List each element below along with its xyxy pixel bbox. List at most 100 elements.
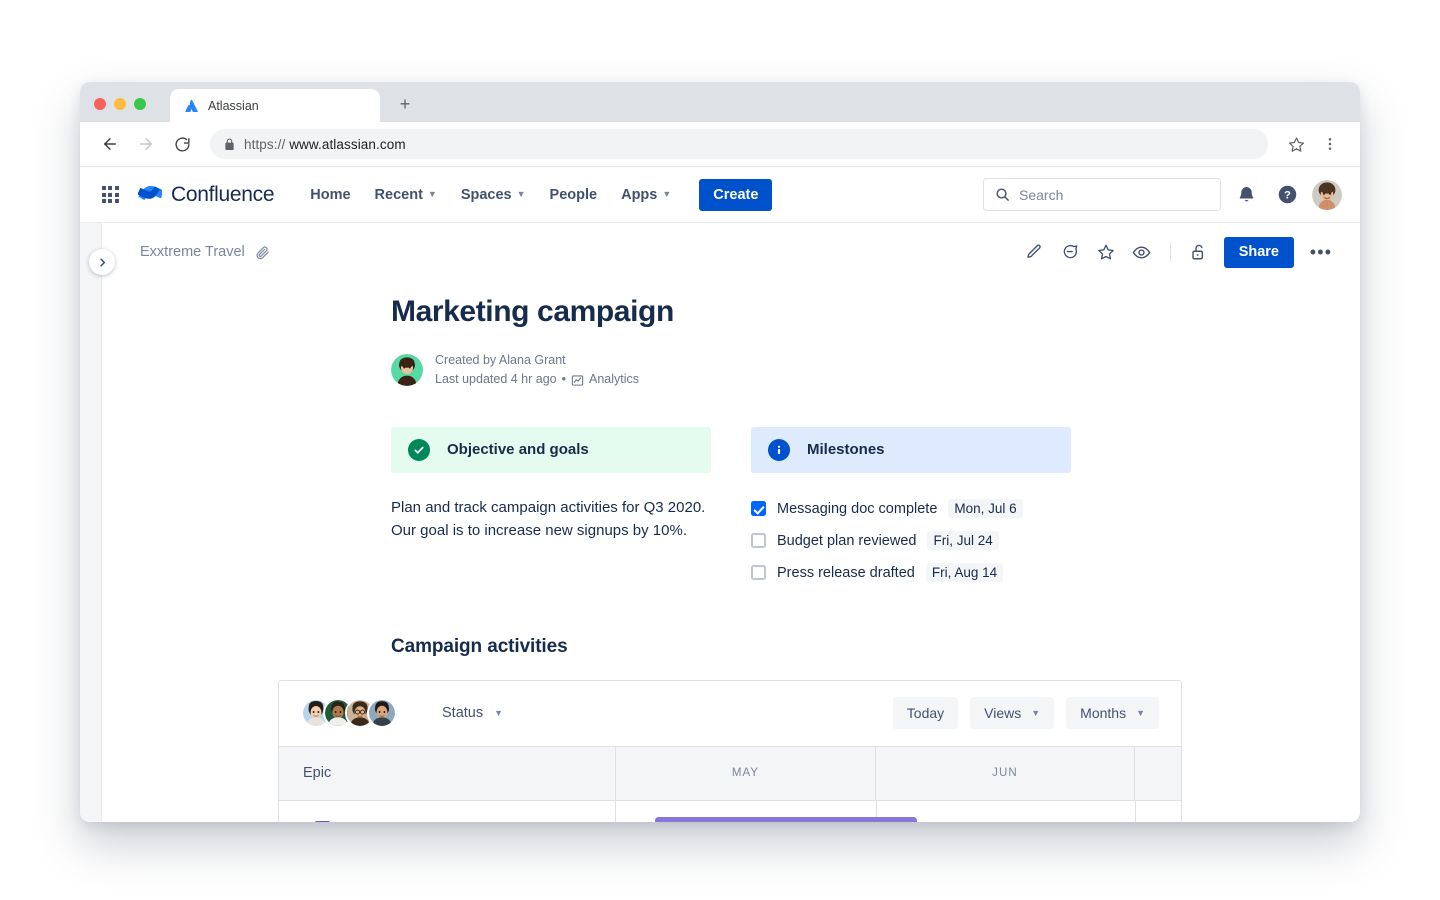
nav-link-home[interactable]: Home — [300, 180, 360, 210]
milestone-checkbox[interactable] — [751, 533, 766, 548]
edit-icon[interactable] — [1019, 237, 1049, 267]
notification-bell-icon[interactable] — [1230, 179, 1262, 211]
confluence-wordmark: Confluence — [171, 183, 274, 207]
search-field[interactable] — [1019, 187, 1209, 203]
nav-link-label: People — [550, 187, 598, 203]
roadmap-toolbar: Status ▼ Today Views ▼ — [279, 681, 1181, 746]
today-button[interactable]: Today — [893, 697, 958, 729]
status-filter-dropdown[interactable]: Status ▼ — [442, 705, 503, 721]
milestone-item: Press release drafted Fri, Aug 14 — [751, 557, 1071, 589]
roadmap-row: ❯ User research — [279, 801, 1181, 822]
roadmap-row-epic-cell: ❯ User research — [279, 801, 616, 822]
milestone-date-chip[interactable]: Fri, Jul 24 — [927, 531, 998, 550]
top-nav-right: ? — [983, 178, 1342, 211]
views-dropdown[interactable]: Views ▼ — [970, 697, 1054, 729]
byline-created-by: Created by Alana Grant — [435, 351, 639, 370]
assignee-avatar-4[interactable] — [367, 698, 397, 728]
reload-icon[interactable] — [166, 128, 198, 160]
nav-link-label: Spaces — [461, 187, 512, 203]
chevron-down-icon: ▼ — [1136, 709, 1145, 718]
chevron-down-icon: ▼ — [494, 709, 503, 718]
chevron-down-icon: ▼ — [662, 190, 671, 199]
browser-tab[interactable]: Atlassian — [170, 89, 380, 122]
lane-gridline — [1135, 801, 1136, 822]
epic-bolt-icon — [314, 821, 331, 822]
app-switcher-grid-icon[interactable] — [94, 179, 126, 211]
byline-text: Created by Alana Grant Last updated 4 hr… — [435, 351, 639, 390]
window-traffic-lights — [94, 98, 146, 110]
star-icon[interactable] — [1091, 237, 1121, 267]
nav-link-label: Recent — [375, 187, 423, 203]
analytics-label: Analytics — [589, 370, 639, 389]
create-button[interactable]: Create — [699, 179, 772, 211]
analytics-link[interactable]: Analytics — [571, 370, 639, 389]
nav-link-label: Home — [310, 187, 350, 203]
help-question-icon[interactable]: ? — [1271, 179, 1303, 211]
star-icon[interactable] — [1280, 128, 1312, 160]
milestone-date-chip[interactable]: Fri, Aug 14 — [926, 563, 1003, 582]
months-dropdown[interactable]: Months ▼ — [1066, 697, 1159, 729]
roadmap-bar-user-research[interactable] — [655, 817, 917, 822]
minimize-window-button[interactable] — [114, 98, 126, 110]
address-bar-actions — [1280, 128, 1346, 160]
lock-icon — [224, 138, 235, 151]
profile-avatar[interactable] — [1312, 180, 1342, 210]
chevron-down-icon: ▼ — [428, 190, 437, 199]
views-dropdown-label: Views — [984, 705, 1021, 721]
roadmap-month-header: MAY — [616, 747, 876, 800]
milestone-checkbox[interactable] — [751, 565, 766, 580]
paperclip-icon[interactable] — [255, 245, 270, 260]
page-title: Marketing campaign — [391, 295, 1191, 329]
document: Marketing campaign — [102, 295, 1360, 822]
expand-sidebar-button[interactable] — [89, 249, 115, 275]
byline-separator: • — [562, 370, 566, 389]
url-host: www.atlassian.com — [289, 137, 406, 152]
forward-arrow-icon[interactable] — [130, 128, 162, 160]
milestone-label: Budget plan reviewed — [777, 533, 916, 549]
nav-link-spaces[interactable]: Spaces ▼ — [451, 180, 536, 210]
breadcrumb[interactable]: Exxtreme Travel — [140, 244, 270, 260]
nav-link-recent[interactable]: Recent ▼ — [365, 180, 447, 210]
watch-eye-icon[interactable] — [1127, 237, 1157, 267]
milestone-item: Messaging doc complete Mon, Jul 6 — [751, 493, 1071, 525]
new-tab-button[interactable]: + — [394, 93, 416, 115]
milestone-date-chip[interactable]: Mon, Jul 6 — [948, 499, 1022, 518]
info-circle-icon — [768, 439, 790, 461]
more-actions-button[interactable]: ••• — [1306, 237, 1336, 267]
confluence-logo[interactable]: Confluence — [138, 183, 274, 207]
page-action-bar: Exxtreme Travel — [102, 223, 1360, 281]
url-text: https:// www.atlassian.com — [244, 137, 406, 152]
author-avatar[interactable] — [391, 354, 423, 386]
share-button[interactable]: Share — [1224, 237, 1294, 268]
milestone-checkbox[interactable] — [751, 501, 766, 516]
nav-link-apps[interactable]: Apps ▼ — [611, 180, 681, 210]
maximize-window-button[interactable] — [134, 98, 146, 110]
objective-panel-header: Objective and goals — [391, 427, 711, 473]
info-panels: Objective and goals Plan and track campa… — [391, 427, 1191, 589]
close-window-button[interactable] — [94, 98, 106, 110]
roadmap-header-row: Epic MAY JUN — [279, 746, 1181, 801]
byline-meta: Last updated 4 hr ago • — [435, 370, 639, 389]
objective-panel-body: Plan and track campaign activities for Q… — [391, 496, 711, 543]
unlock-icon[interactable] — [1184, 237, 1214, 267]
back-arrow-icon[interactable] — [94, 128, 126, 160]
browser-window: Atlassian + https:// www.atl — [80, 82, 1360, 822]
app-body: Exxtreme Travel — [80, 223, 1360, 822]
comment-icon[interactable] — [1055, 237, 1085, 267]
objective-panel-title: Objective and goals — [447, 441, 589, 458]
assignee-avatar-stack — [301, 698, 397, 728]
roadmap-toolbar-actions: Today Views ▼ Months ▼ — [893, 697, 1159, 729]
nav-link-people[interactable]: People — [540, 180, 608, 210]
milestones-panel: Milestones Messaging doc complete Mon, J… — [751, 427, 1071, 589]
milestones-panel-header: Milestones — [751, 427, 1071, 473]
months-dropdown-label: Months — [1080, 705, 1126, 721]
url-omnibox[interactable]: https:// www.atlassian.com — [210, 129, 1268, 159]
search-input[interactable] — [983, 178, 1221, 211]
kebab-menu-icon[interactable] — [1314, 128, 1346, 160]
milestone-item: Budget plan reviewed Fri, Jul 24 — [751, 525, 1071, 557]
milestone-label: Messaging doc complete — [777, 501, 937, 517]
milestones-panel-title: Milestones — [807, 441, 885, 458]
confluence-top-navigation: Confluence Home Recent ▼ Spaces ▼ People — [80, 167, 1360, 223]
page-content-column: Exxtreme Travel — [102, 223, 1360, 822]
byline-last-updated: Last updated 4 hr ago — [435, 370, 557, 389]
